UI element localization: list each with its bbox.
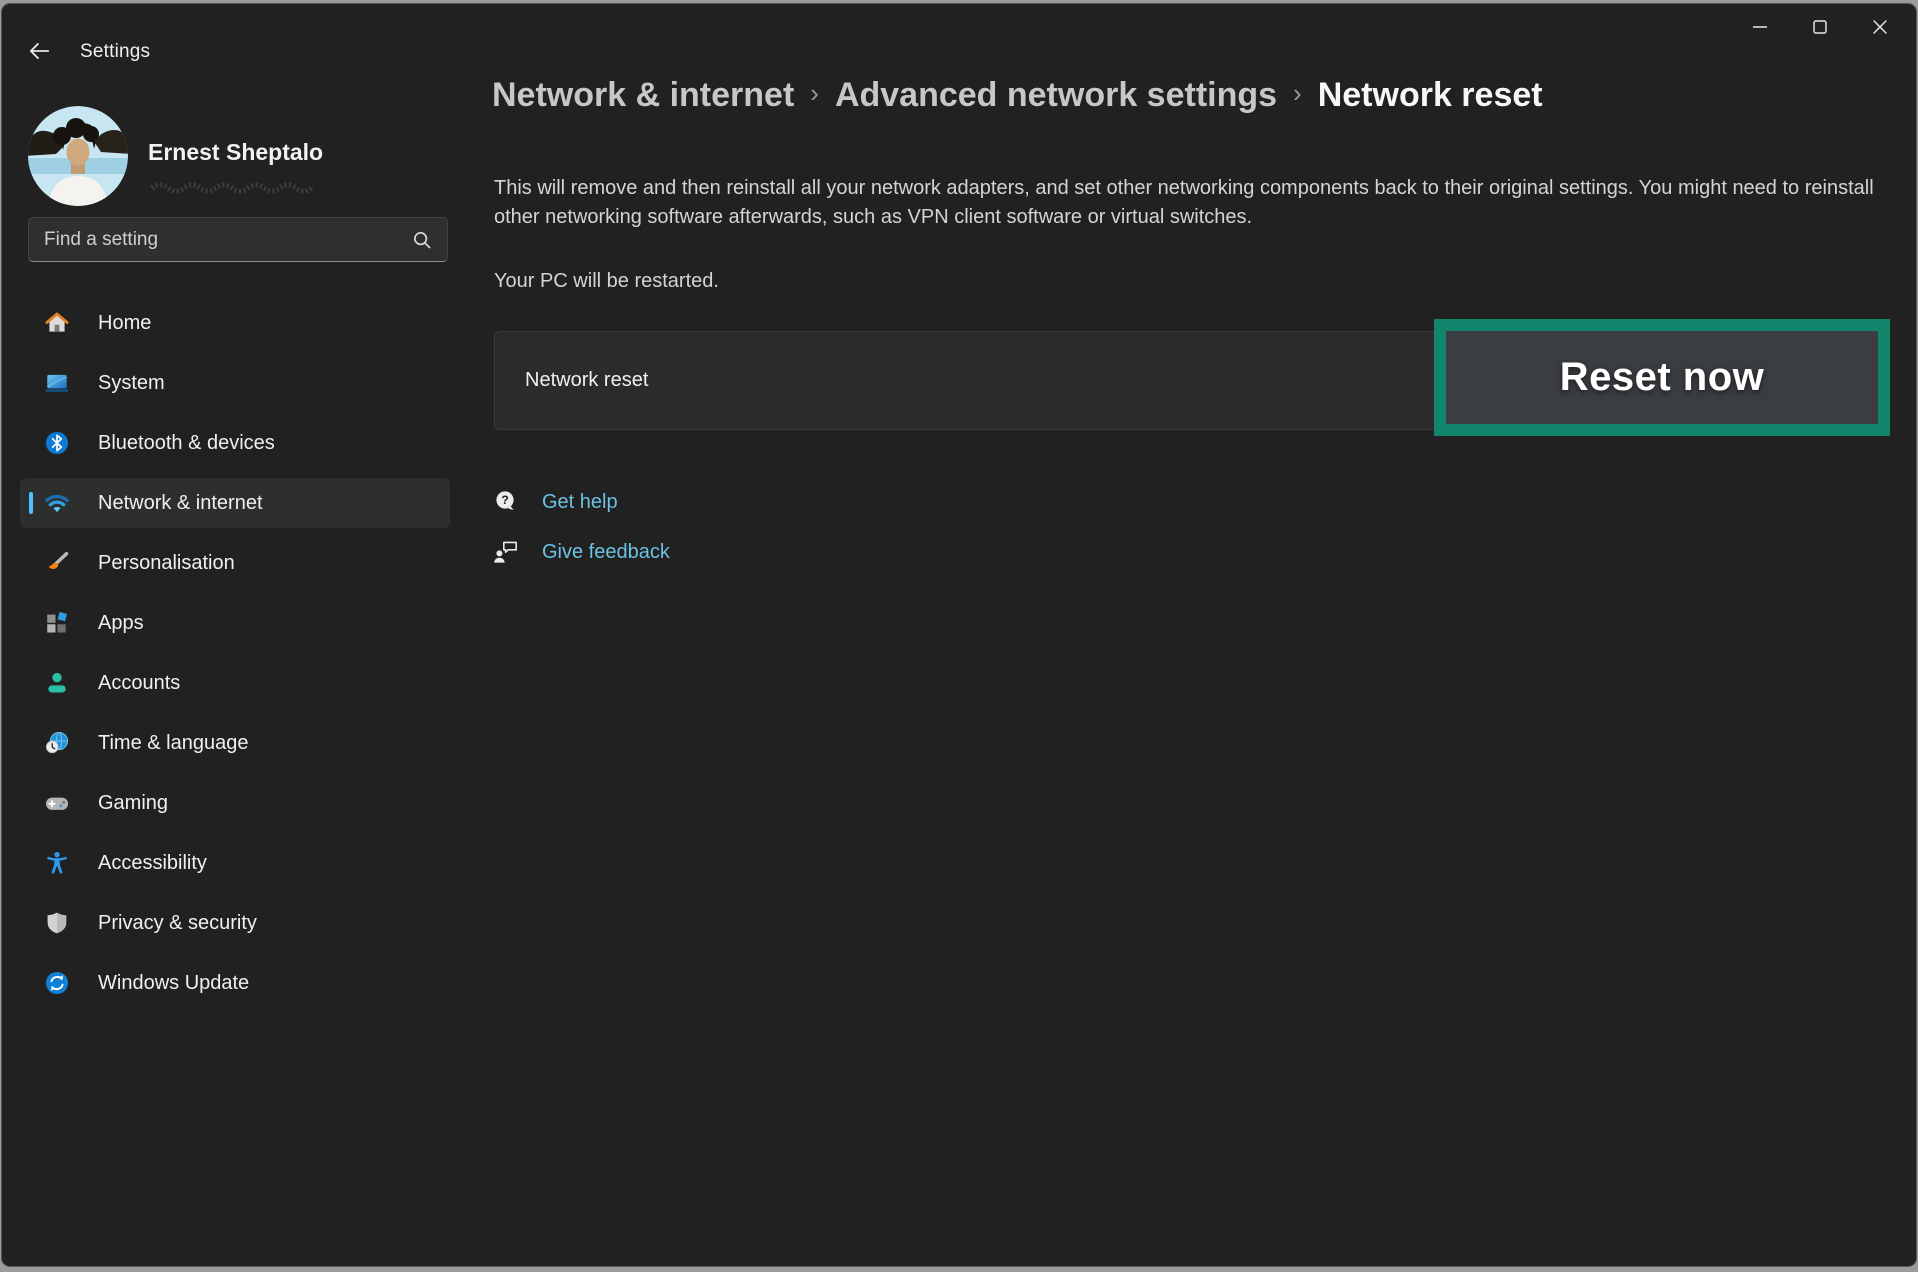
back-button[interactable]: [20, 32, 58, 70]
get-help-link[interactable]: Get help: [492, 485, 670, 519]
accounts-icon: [44, 670, 70, 696]
help-link-label: Get help: [542, 491, 618, 514]
windows-update-icon: [44, 970, 70, 996]
breadcrumb-item-3: Network reset: [1318, 76, 1543, 115]
annotation-highlight-box: Reset now: [1434, 319, 1890, 436]
back-arrow-icon: [26, 38, 52, 64]
search-icon[interactable]: [411, 229, 433, 251]
sidebar-item-label: System: [98, 372, 165, 395]
sidebar-item-personalisation[interactable]: Personalisation: [20, 538, 450, 588]
sidebar-item-label: Accessibility: [98, 852, 207, 875]
selected-indicator-pill: [29, 492, 33, 514]
sidebar-nav: Home System Bluetooth & devices Network …: [20, 298, 450, 1018]
breadcrumb-item-2[interactable]: Advanced network settings: [835, 76, 1277, 115]
sidebar-item-system[interactable]: System: [20, 358, 450, 408]
network-reset-label: Network reset: [525, 369, 648, 392]
network-icon: [44, 490, 70, 516]
gaming-icon: [44, 790, 70, 816]
search-box: [28, 217, 448, 262]
sidebar-item-accessibility[interactable]: Accessibility: [20, 838, 450, 888]
time-language-icon: [44, 730, 70, 756]
give-feedback-link[interactable]: Give feedback: [492, 535, 670, 569]
give-feedback-icon: [492, 538, 520, 566]
sidebar-item-accounts[interactable]: Accounts: [20, 658, 450, 708]
bluetooth-icon: [44, 430, 70, 456]
maximize-button[interactable]: [1790, 6, 1850, 48]
user-profile[interactable]: Ernest Sheptalo: [28, 106, 448, 216]
apps-icon: [44, 610, 70, 636]
sidebar-item-label: Privacy & security: [98, 912, 257, 935]
sidebar-item-gaming[interactable]: Gaming: [20, 778, 450, 828]
get-help-icon: [492, 488, 520, 516]
sidebar-item-apps[interactable]: Apps: [20, 598, 450, 648]
profile-name: Ernest Sheptalo: [148, 139, 323, 166]
breadcrumb-separator: ›: [1293, 78, 1302, 109]
profile-email-redacted: [150, 179, 330, 195]
sidebar-item-windows-update[interactable]: Windows Update: [20, 958, 450, 1008]
accessibility-icon: [44, 850, 70, 876]
avatar: [28, 106, 128, 206]
search-input[interactable]: [29, 229, 411, 251]
sidebar-item-label: Accounts: [98, 672, 180, 695]
personalisation-icon: [44, 550, 70, 576]
help-link-label: Give feedback: [542, 541, 670, 564]
sidebar-item-label: Network & internet: [98, 492, 263, 515]
page-description: This will remove and then reinstall all …: [494, 174, 1894, 232]
minimize-icon: [1749, 16, 1771, 38]
sidebar-item-label: Personalisation: [98, 552, 235, 575]
maximize-icon: [1809, 16, 1831, 38]
settings-window: Settings: [2, 4, 1916, 1266]
sidebar-item-time-language[interactable]: Time & language: [20, 718, 450, 768]
sidebar-item-home[interactable]: Home: [20, 298, 450, 348]
minimize-button[interactable]: [1730, 6, 1790, 48]
close-icon: [1869, 16, 1891, 38]
system-icon: [44, 370, 70, 396]
app-title: Settings: [80, 41, 150, 63]
home-icon: [44, 310, 70, 336]
sidebar-item-label: Gaming: [98, 792, 168, 815]
reset-now-button[interactable]: Reset now: [1446, 331, 1878, 424]
sidebar-item-label: Home: [98, 312, 151, 335]
sidebar-item-label: Windows Update: [98, 972, 249, 995]
privacy-icon: [44, 910, 70, 936]
sidebar-item-privacy-security[interactable]: Privacy & security: [20, 898, 450, 948]
help-links: Get help Give feedback: [492, 485, 670, 585]
breadcrumb-separator: ›: [810, 78, 819, 109]
sidebar-item-label: Bluetooth & devices: [98, 432, 275, 455]
sidebar-item-label: Apps: [98, 612, 144, 635]
window-controls: [1730, 6, 1910, 48]
sidebar-item-network-internet[interactable]: Network & internet: [20, 478, 450, 528]
sidebar-item-bluetooth-devices[interactable]: Bluetooth & devices: [20, 418, 450, 468]
restart-note: Your PC will be restarted.: [494, 270, 719, 293]
sidebar-item-label: Time & language: [98, 732, 248, 755]
close-button[interactable]: [1850, 6, 1910, 48]
breadcrumb-item-1[interactable]: Network & internet: [492, 76, 794, 115]
breadcrumb: Network & internet › Advanced network sett…: [492, 76, 1543, 115]
